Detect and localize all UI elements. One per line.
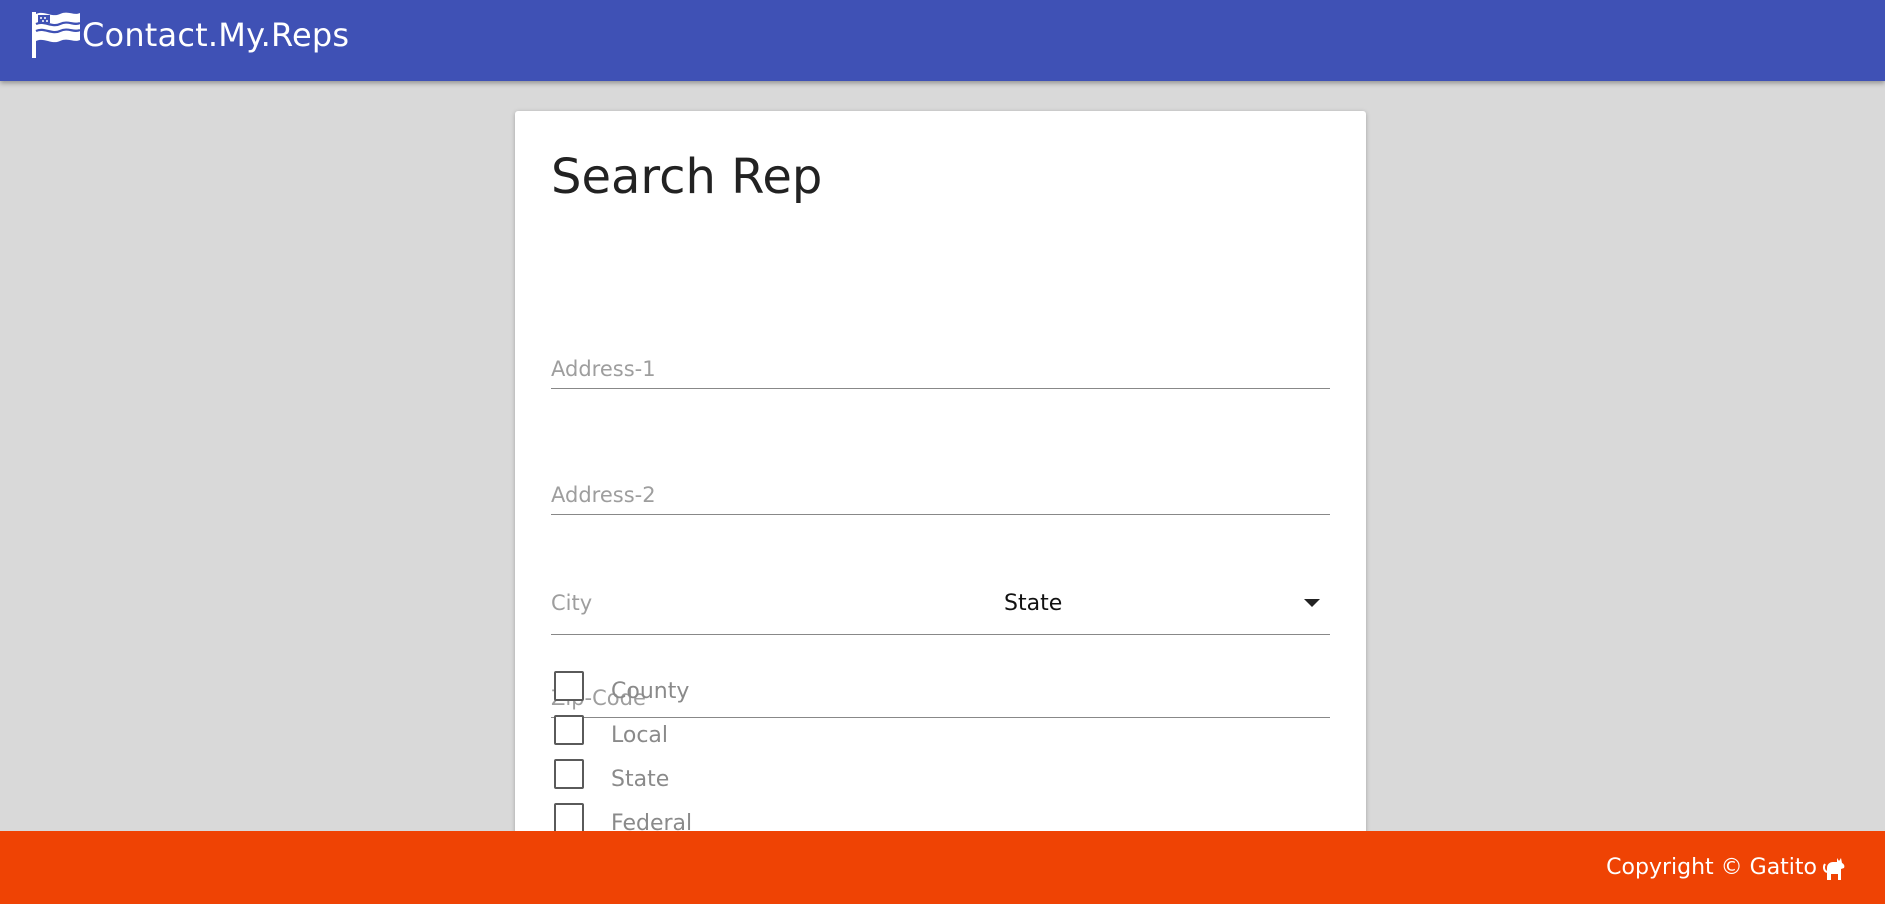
city-input[interactable]	[551, 573, 991, 633]
copyright-text: Copyright © Gatito	[1606, 855, 1817, 880]
checkbox-square[interactable]	[554, 803, 584, 833]
flag-icon	[32, 12, 81, 58]
checkbox-square[interactable]	[554, 671, 584, 701]
checkbox-square[interactable]	[554, 759, 584, 789]
checkbox-square[interactable]	[554, 715, 584, 745]
footer: Copyright © Gatito	[0, 831, 1885, 904]
level-checkboxes: County Local State Federal	[554, 664, 692, 840]
checkbox-label: Local	[611, 722, 669, 748]
state-select[interactable]: State	[1004, 573, 1330, 633]
top-app-bar: Contact.My.Reps	[0, 0, 1885, 81]
city-state-row: State	[551, 573, 1330, 635]
checkbox-county[interactable]: County	[554, 664, 692, 708]
brand[interactable]: Contact.My.Reps	[30, 10, 349, 60]
checkbox-local[interactable]: Local	[554, 708, 692, 752]
page-title: Search Rep	[551, 149, 823, 205]
checkbox-label: County	[611, 678, 690, 704]
address2-field	[551, 473, 1330, 515]
cat-icon	[1822, 857, 1845, 880]
checkbox-label: State	[611, 766, 670, 792]
address1-input[interactable]	[551, 347, 1330, 388]
app-title: Contact.My.Reps	[82, 16, 350, 54]
search-rep-card: Search Rep State County Local State Fe	[515, 111, 1366, 871]
checkbox-state[interactable]: State	[554, 752, 692, 796]
address1-field	[551, 347, 1330, 389]
dropdown-arrow-icon	[1304, 599, 1320, 607]
state-select-value: State	[1004, 590, 1063, 616]
copyright: Copyright © Gatito	[1606, 831, 1849, 904]
address2-input[interactable]	[551, 473, 1330, 514]
